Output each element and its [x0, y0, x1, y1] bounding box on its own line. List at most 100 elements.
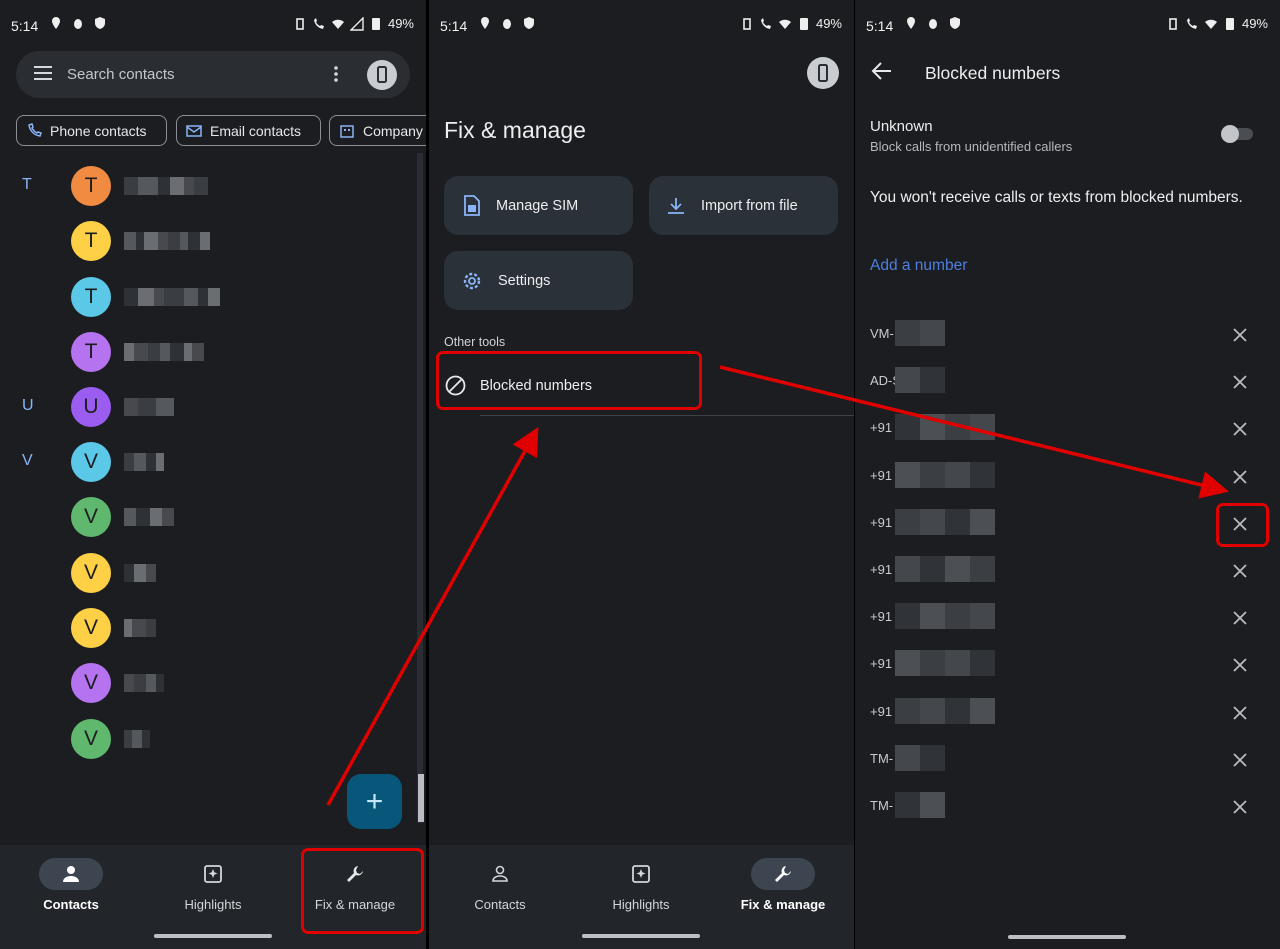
remove-number-icon[interactable]	[1232, 327, 1248, 343]
wifi-icon	[331, 19, 344, 29]
contact-name-redacted[interactable]	[124, 674, 164, 692]
shield-icon	[524, 17, 534, 29]
unknown-callers-title: Unknown	[870, 118, 933, 135]
contact-name-redacted[interactable]	[124, 508, 174, 526]
contact-avatar[interactable]: V	[71, 608, 111, 648]
contact-name-redacted[interactable]	[124, 232, 210, 250]
blocked-number-redacted	[895, 556, 995, 582]
contact-avatar[interactable]: T	[71, 166, 111, 206]
highlight-box-fix-manage	[301, 848, 424, 934]
download-icon	[668, 197, 684, 214]
contact-name-redacted[interactable]	[124, 288, 220, 306]
contacts-screen: 5:14 49% Search contacts Phone contacts …	[0, 0, 426, 949]
contact-name-redacted[interactable]	[124, 177, 208, 195]
contact-name-redacted[interactable]	[124, 453, 164, 471]
contact-avatar[interactable]: V	[71, 442, 111, 482]
phone-device-icon	[377, 66, 387, 83]
section-letter: U	[22, 397, 34, 414]
person-icon	[492, 865, 508, 882]
menu-icon[interactable]	[34, 66, 52, 80]
settings-button[interactable]: Settings	[444, 251, 633, 310]
scrollbar-track[interactable]	[417, 153, 423, 823]
vibrate-icon	[296, 17, 304, 30]
section-letter: V	[22, 452, 33, 469]
status-bar: 5:14 49%	[855, 0, 1280, 50]
wifi-icon	[1204, 19, 1217, 29]
add-number-link[interactable]: Add a number	[870, 257, 967, 275]
remove-number-icon[interactable]	[1232, 563, 1248, 579]
unknown-callers-subtitle: Block calls from unidentified callers	[870, 139, 1073, 154]
battery-percent: 49%	[387, 16, 414, 31]
more-options-icon[interactable]	[329, 64, 343, 84]
gesture-bar	[582, 934, 700, 938]
status-time: 5:14	[11, 18, 39, 34]
toggle-knob[interactable]	[1221, 125, 1239, 143]
nav-fix-manage[interactable]: Fix & manage	[712, 845, 854, 949]
contact-avatar[interactable]: T	[71, 332, 111, 372]
manage-sim-button[interactable]: Manage SIM	[444, 176, 633, 235]
wifi-icon	[778, 19, 791, 29]
section-letter: T	[22, 176, 32, 193]
nav-contacts[interactable]: Contacts	[0, 845, 142, 949]
gesture-bar	[1008, 935, 1126, 939]
gear-icon	[463, 272, 481, 289]
contact-avatar[interactable]: V	[71, 497, 111, 537]
bug-icon	[503, 19, 511, 29]
account-avatar[interactable]	[367, 60, 397, 90]
battery-percent: 49%	[815, 16, 842, 31]
contact-name-redacted[interactable]	[124, 398, 174, 416]
remove-number-icon[interactable]	[1232, 799, 1248, 815]
contact-name-redacted[interactable]	[124, 619, 156, 637]
remove-number-icon[interactable]	[1232, 421, 1248, 437]
blocked-number-prefix: +91	[870, 703, 893, 719]
contact-avatar[interactable]: T	[71, 221, 111, 261]
back-arrow-icon[interactable]	[871, 61, 893, 81]
blocked-number-redacted	[895, 744, 945, 771]
contact-avatar[interactable]: V	[71, 719, 111, 759]
add-contact-button[interactable]: +	[347, 774, 402, 829]
search-input[interactable]: Search contacts	[67, 66, 175, 83]
blocked-number-redacted	[895, 650, 995, 677]
blocked-number-redacted	[895, 603, 995, 630]
status-time: 5:14	[866, 18, 894, 34]
blocked-number-prefix: +91	[870, 467, 893, 483]
chip-company[interactable]: Company	[329, 115, 426, 146]
scrollbar-thumb[interactable]	[418, 774, 424, 822]
contact-avatar[interactable]: V	[71, 663, 111, 703]
status-bar: 5:14 49%	[429, 0, 854, 50]
contact-name-redacted[interactable]	[124, 564, 156, 582]
highlights-icon	[632, 865, 650, 883]
location-icon	[52, 17, 60, 29]
remove-number-icon[interactable]	[1232, 374, 1248, 390]
blocked-number-prefix: TM-	[870, 798, 894, 813]
chip-email-contacts[interactable]: Email contacts	[176, 115, 321, 146]
remove-number-icon[interactable]	[1232, 657, 1248, 673]
remove-number-icon[interactable]	[1232, 610, 1248, 626]
battery-icon	[1225, 17, 1234, 30]
bug-icon	[929, 19, 937, 29]
blocked-number-redacted	[895, 792, 945, 818]
blocked-number-prefix: VM-	[870, 326, 894, 341]
location-icon	[907, 17, 915, 29]
contact-name-redacted[interactable]	[124, 730, 150, 748]
contact-avatar[interactable]: V	[71, 553, 111, 593]
battery-icon	[799, 17, 808, 30]
search-bar[interactable]: Search contacts	[16, 51, 410, 98]
remove-number-icon[interactable]	[1232, 469, 1248, 485]
remove-number-icon[interactable]	[1232, 752, 1248, 768]
building-icon	[340, 124, 354, 138]
contact-avatar[interactable]: U	[71, 387, 111, 427]
signal-5g-icon	[349, 16, 364, 31]
wifi-calling-icon	[760, 17, 771, 29]
import-from-file-button[interactable]: Import from file	[649, 176, 838, 235]
blocked-number-prefix: +91	[870, 656, 893, 672]
remove-number-icon[interactable]	[1232, 705, 1248, 721]
nav-contacts[interactable]: Contacts	[429, 845, 571, 949]
chip-phone-contacts[interactable]: Phone contacts	[16, 115, 167, 146]
blocked-number-prefix: +91	[870, 562, 893, 577]
contact-name-redacted[interactable]	[124, 343, 204, 361]
blocked-number-redacted	[895, 367, 945, 394]
vibrate-icon	[743, 17, 751, 30]
account-avatar[interactable]	[807, 57, 839, 89]
contact-avatar[interactable]: T	[71, 277, 111, 317]
